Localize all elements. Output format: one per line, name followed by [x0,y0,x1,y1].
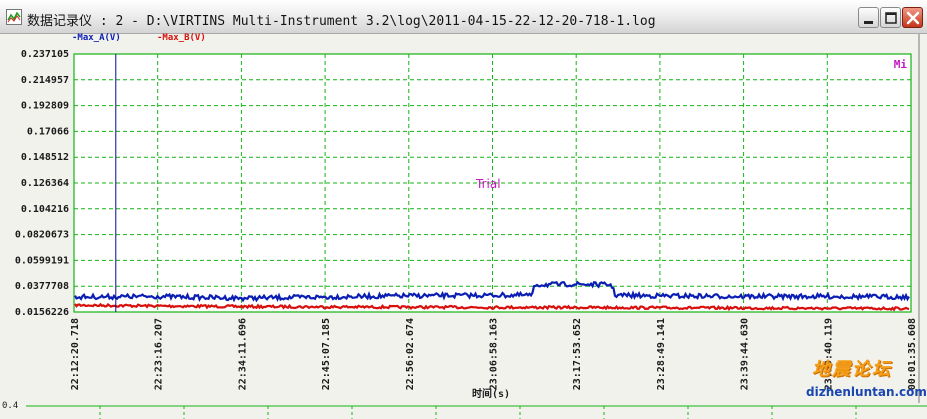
background-window-strip [0,403,927,419]
watermark-logo: 地震论坛 [812,359,892,380]
y-tick-label: 0.0156226 [15,307,69,318]
x-tick-label: 22:12:20.718 [70,318,81,390]
legend-series-a: -Max_A(V) [72,33,121,43]
x-axis-label: 时间(s) [472,387,510,400]
trial-watermark: Trial [475,177,501,191]
legend-series-b: -Max_B(V) [157,33,206,43]
y-tick-label: 0.237105 [21,49,69,60]
x-tick-label: 23:17:53.652 [572,318,583,390]
x-tick-label: 23:06:58.163 [489,318,500,390]
x-tick-label: 22:45:07.185 [321,318,332,390]
y-tick-label: 0.104216 [21,204,69,215]
x-tick-label: 00:01:35.608 [907,318,918,390]
x-tick-label: 22:34:11.696 [237,318,248,390]
x-tick-label: 23:39:44.630 [740,318,751,390]
y-tick-label: 0.0820673 [15,230,69,241]
x-tick-label: 22:23:16.207 [154,318,165,390]
y-tick-label: 0.17066 [27,126,69,137]
y-tick-label: 0.126364 [21,178,69,189]
y-tick-label: 0.214957 [21,75,69,86]
x-tick-label: 22:56:02.674 [405,318,416,390]
watermark-url: dizhenluntan.com [806,385,927,399]
corner-label: Mi [894,58,908,71]
y-tick-label: 0.192809 [21,101,69,112]
data-logger-chart[interactable]: 0.237105 0.214957 0.192809 0.17066 0.148512 0… [0,0,927,419]
y-tick-label: 0.148512 [21,152,69,163]
background-axis-value: 0.4 [2,401,19,411]
x-tick-label: 23:28:49.141 [656,318,667,390]
y-tick-label: 0.0599191 [15,255,69,266]
y-tick-label: 0.0377708 [15,281,69,292]
